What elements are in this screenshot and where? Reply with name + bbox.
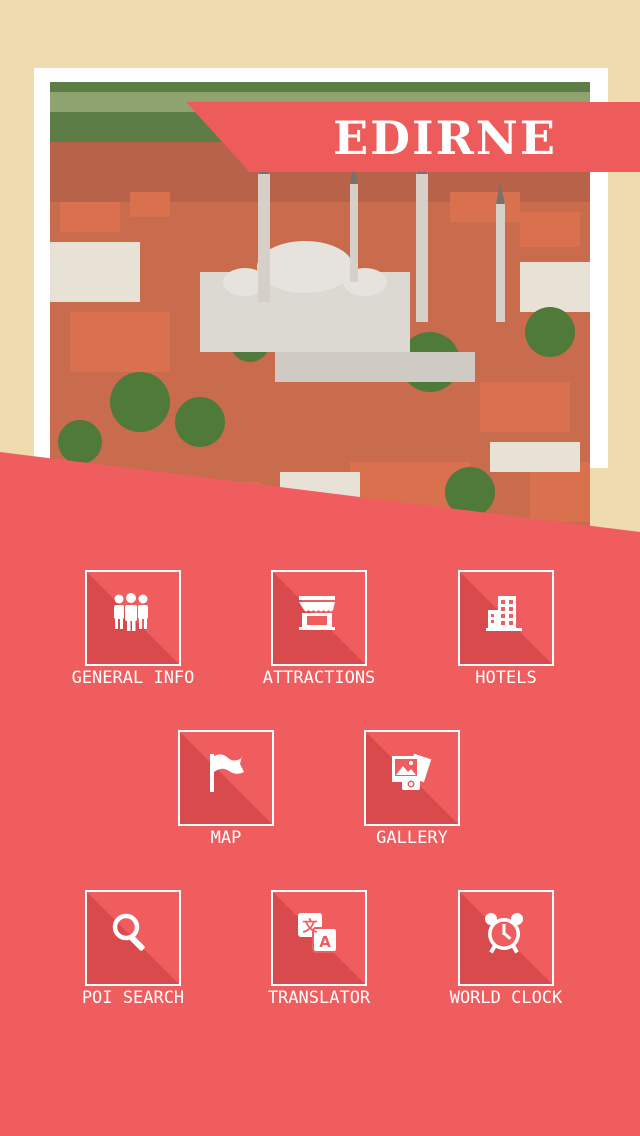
hotels-label: HOTELS xyxy=(475,668,537,688)
gallery-button[interactable] xyxy=(364,730,460,826)
map-button[interactable] xyxy=(178,730,274,826)
people-icon xyxy=(114,593,148,631)
svg-text:A: A xyxy=(319,933,331,951)
svg-text:文: 文 xyxy=(302,917,318,935)
general-info-label: GENERAL INFO xyxy=(71,668,195,688)
translator-button[interactable]: 文 A xyxy=(271,890,367,986)
poi-search-label: POI SEARCH xyxy=(81,988,185,1008)
world-clock-button[interactable] xyxy=(458,890,554,986)
world-clock-label: WORLD CLOCK xyxy=(449,988,563,1008)
search-icon xyxy=(112,913,145,951)
map-label: MAP xyxy=(210,828,242,848)
general-info-button[interactable] xyxy=(85,570,181,666)
gallery-label: GALLERY xyxy=(376,828,448,848)
poi-search-button[interactable] xyxy=(85,890,181,986)
page-title: EDIRNE xyxy=(333,111,557,165)
alarm-clock-icon xyxy=(485,913,523,954)
photos-icon xyxy=(392,753,432,790)
building-icon xyxy=(486,596,522,631)
attractions-button[interactable] xyxy=(271,570,367,666)
hotels-button[interactable] xyxy=(458,570,554,666)
attractions-label: ATTRACTIONS xyxy=(262,668,376,688)
translator-label: TRANSLATOR xyxy=(267,988,371,1008)
storefront-icon xyxy=(299,596,335,630)
translate-icon: 文 A xyxy=(298,913,338,953)
flag-icon xyxy=(210,754,244,792)
